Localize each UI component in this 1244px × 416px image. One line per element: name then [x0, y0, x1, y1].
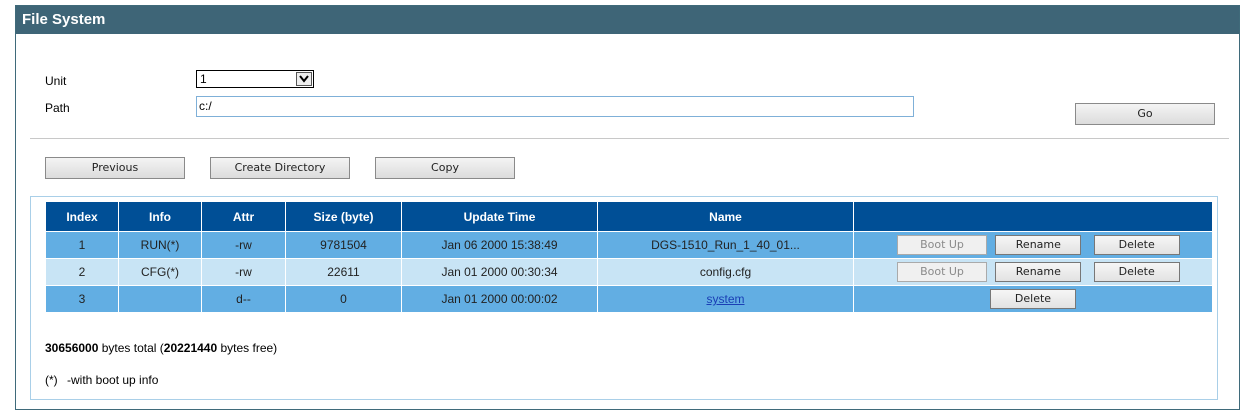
file-table: Index Info Attr Size (byte) Update Time … — [45, 201, 1213, 313]
cell-info — [118, 285, 202, 313]
divider — [30, 138, 1229, 139]
delete-button[interactable]: Delete — [990, 289, 1076, 309]
system-directory-link[interactable]: system — [706, 292, 744, 306]
legend-text: -with boot up info — [67, 373, 159, 387]
free-bytes-label: bytes free) — [217, 341, 278, 355]
cell-actions: Boot Up Rename Delete — [853, 231, 1213, 259]
free-bytes: 20221440 — [163, 341, 218, 355]
header-name: Name — [597, 201, 854, 232]
create-directory-button[interactable]: Create Directory — [210, 157, 350, 179]
cell-size: 9781504 — [285, 231, 402, 259]
unit-label: Unit — [45, 74, 67, 88]
table-row: 2 CFG(*) -rw 22611 Jan 01 2000 00:30:34 … — [45, 258, 1213, 286]
unit-select[interactable]: 1 — [196, 70, 314, 88]
cell-index: 1 — [45, 231, 119, 259]
path-label: Path — [45, 101, 70, 115]
cell-time: Jan 06 2000 15:38:49 — [401, 231, 598, 259]
cell-attr: -rw — [201, 231, 286, 259]
cell-size: 0 — [285, 285, 402, 313]
cell-name: system — [597, 285, 854, 313]
cell-info: CFG(*) — [118, 258, 202, 286]
header-size: Size (byte) — [285, 201, 402, 232]
cell-info: RUN(*) — [118, 231, 202, 259]
table-header-row: Index Info Attr Size (byte) Update Time … — [45, 201, 1213, 232]
cell-index: 2 — [45, 258, 119, 286]
rename-button[interactable]: Rename — [995, 235, 1082, 255]
rename-button[interactable]: Rename — [995, 262, 1082, 282]
chevron-down-icon[interactable] — [296, 72, 312, 86]
cell-actions: Delete — [853, 285, 1213, 313]
boot-up-button[interactable]: Boot Up — [897, 262, 987, 282]
boot-info-legend: (*) -with boot up info — [45, 373, 158, 387]
cell-name: config.cfg — [597, 258, 854, 286]
header-info: Info — [118, 201, 202, 232]
legend-marker: (*) — [45, 373, 58, 387]
previous-button[interactable]: Previous — [45, 157, 185, 179]
panel-title: File System — [16, 6, 1239, 34]
unit-select-value: 1 — [200, 72, 207, 86]
total-bytes: 30656000 — [45, 341, 99, 355]
cell-time: Jan 01 2000 00:30:34 — [401, 258, 598, 286]
header-actions — [853, 201, 1213, 232]
total-bytes-label: bytes total ( — [98, 341, 164, 355]
header-index: Index — [45, 201, 119, 232]
cell-size: 22611 — [285, 258, 402, 286]
copy-button[interactable]: Copy — [375, 157, 515, 179]
table-row: 1 RUN(*) -rw 9781504 Jan 06 2000 15:38:4… — [45, 231, 1213, 259]
cell-actions: Boot Up Rename Delete — [853, 258, 1213, 286]
cell-time: Jan 01 2000 00:00:02 — [401, 285, 598, 313]
delete-button[interactable]: Delete — [1093, 262, 1180, 282]
boot-up-button[interactable]: Boot Up — [897, 235, 987, 255]
cell-index: 3 — [45, 285, 119, 313]
cell-attr: d-- — [201, 285, 286, 313]
go-button[interactable]: Go — [1075, 103, 1215, 125]
header-update-time: Update Time — [401, 201, 598, 232]
cell-attr: -rw — [201, 258, 286, 286]
header-attr: Attr — [201, 201, 286, 232]
table-row: 3 d-- 0 Jan 01 2000 00:00:02 system Dele… — [45, 285, 1213, 313]
cell-name: DGS-1510_Run_1_40_01... — [597, 231, 854, 259]
path-input[interactable]: c:/ — [196, 96, 914, 117]
storage-summary: 30656000 bytes total (20221440 bytes fre… — [45, 341, 277, 355]
delete-button[interactable]: Delete — [1093, 235, 1180, 255]
